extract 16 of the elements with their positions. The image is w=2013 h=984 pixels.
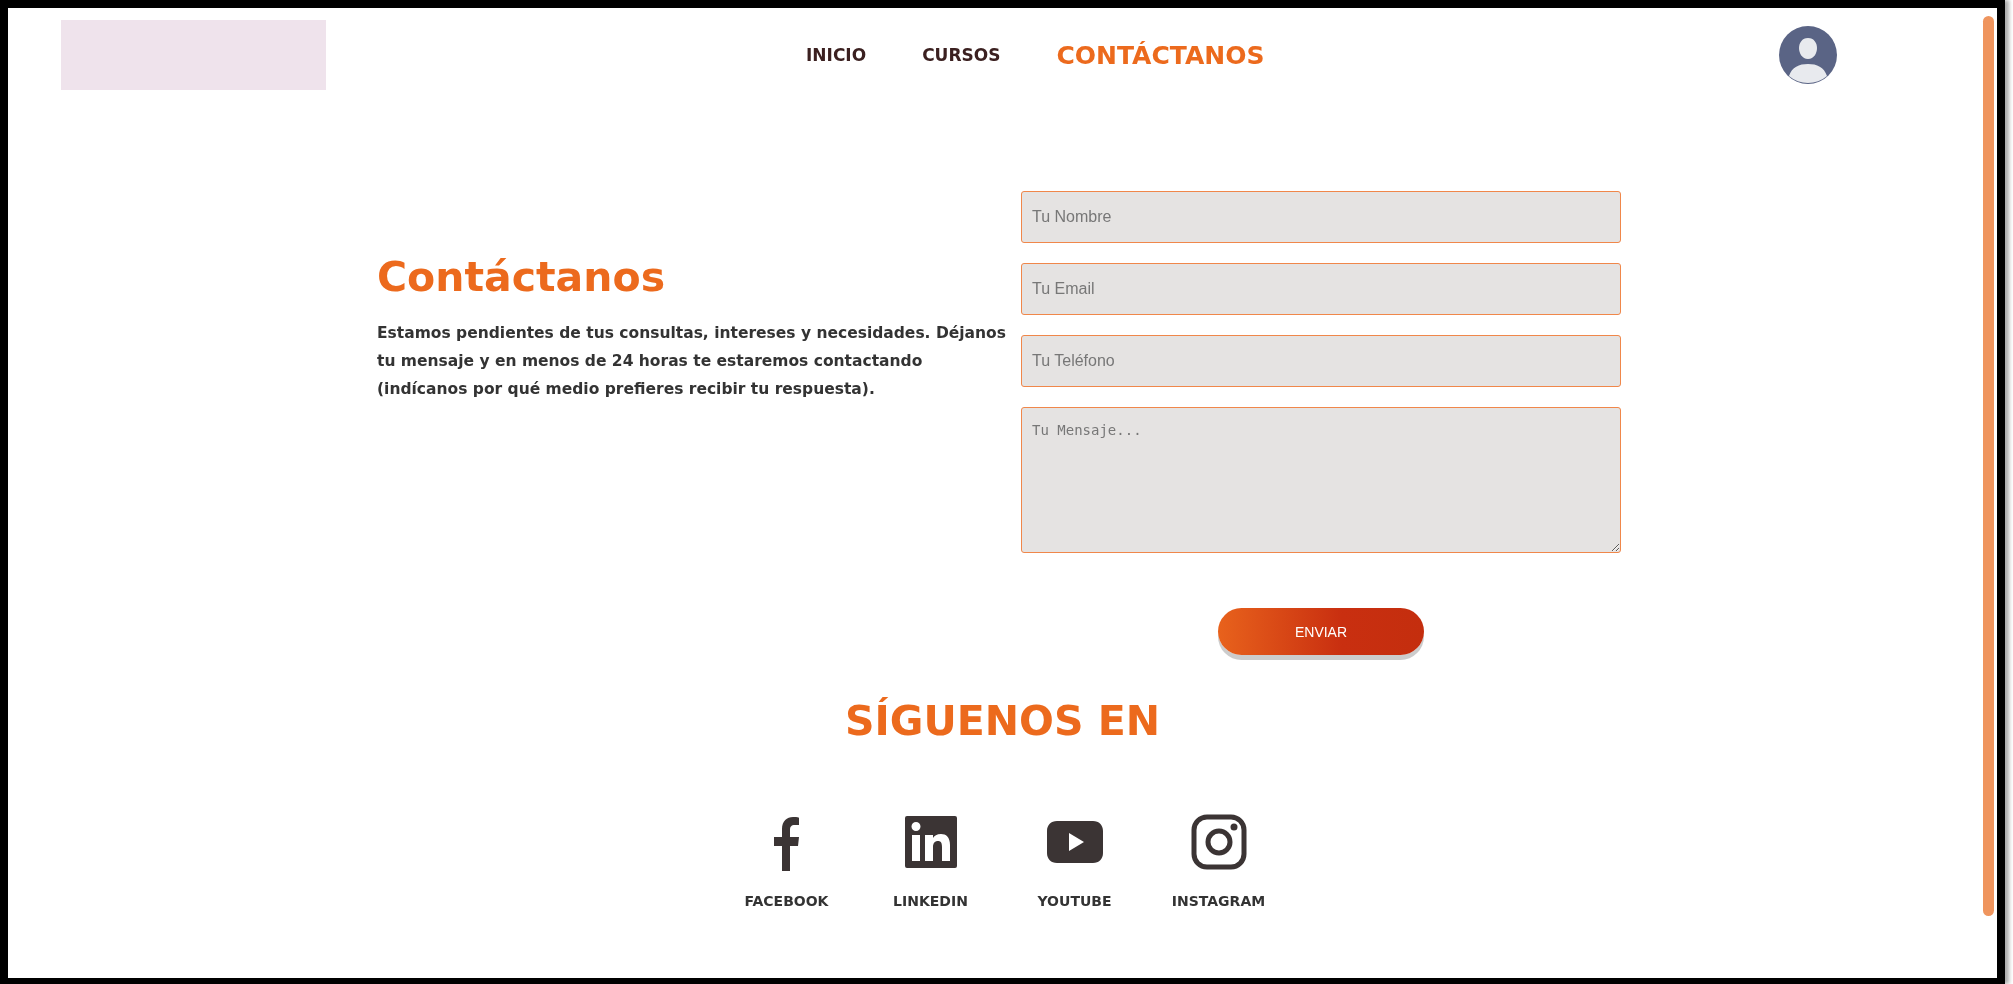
social-link[interactable]: YOUTUBE (1037, 893, 1112, 909)
nav-link[interactable]: INICIO (806, 45, 867, 65)
contact-paragraph: Estamos pendientes de tus consultas, intereses y necesidades. Déjanos tu mensaje y en menos de 24 horas te estaremos contactando (indícanos por qué medio prefieres recibir tu respuesta). (377, 323, 1007, 400)
follow-heading: SÍGUENOS EN (844, 697, 1161, 745)
message-field[interactable]: Tu Mensaje... (1021, 407, 1621, 553)
nav-link[interactable]: CURSOS (922, 45, 1001, 65)
scrollbar-thumb[interactable] (1983, 16, 1994, 916)
social-link[interactable]: FACEBOOK (744, 893, 829, 909)
input-field[interactable]: Tu Nombre (1021, 191, 1621, 243)
camera-icon[interactable] (1189, 813, 1248, 871)
avatar-icon[interactable] (1779, 26, 1837, 84)
contact-title: Contáctanos (377, 253, 667, 301)
input-field[interactable]: Tu Email (1021, 263, 1621, 315)
input-field[interactable]: Tu Teléfono (1021, 335, 1621, 387)
social-link[interactable]: LINKEDIN (893, 893, 968, 909)
social-link[interactable]: INSTAGRAM (1171, 893, 1266, 909)
